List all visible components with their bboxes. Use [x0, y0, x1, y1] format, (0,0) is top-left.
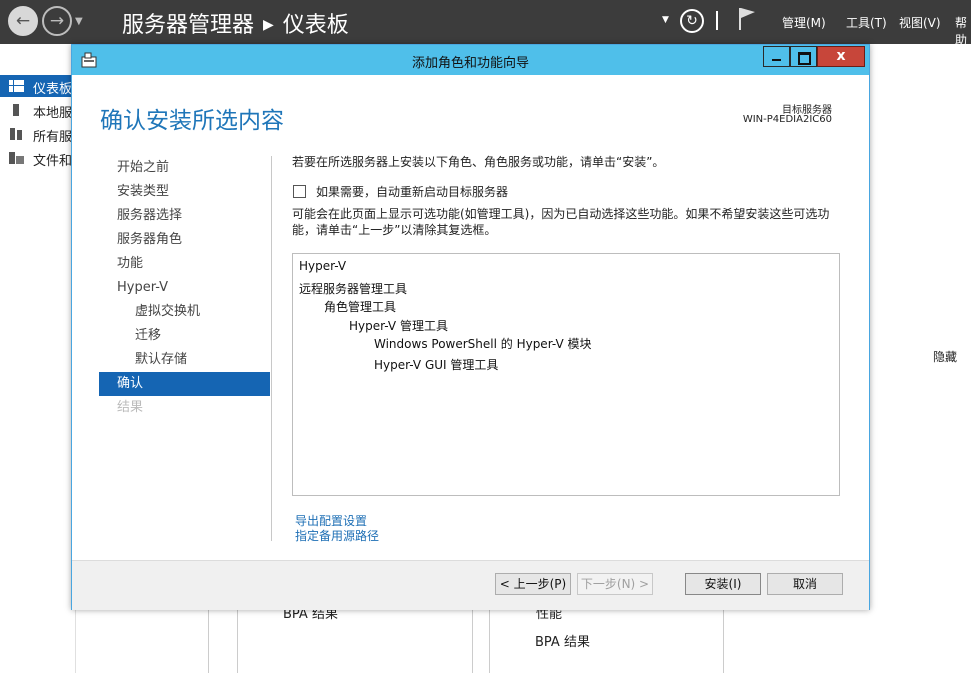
- feature-item: 远程服务器管理工具: [299, 282, 408, 296]
- history-dropdown-icon[interactable]: ▼: [75, 16, 83, 27]
- nav-divider: [271, 156, 272, 541]
- menu-tools[interactable]: 工具(T): [846, 14, 887, 31]
- nav-default-stores[interactable]: 默认存储: [99, 348, 270, 372]
- sidebar: 仪表板 本地服 所有服 文件和: [0, 52, 76, 673]
- breadcrumb-app[interactable]: 服务器管理器: [122, 13, 254, 38]
- breadcrumb-separator-icon: ▶: [263, 17, 274, 33]
- optional-features-note: 可能会在此页面上显示可选功能(如管理工具)，因为已自动选择这些功能。如果不希望安…: [292, 207, 830, 237]
- sidebar-item-label: 文件和: [33, 154, 73, 169]
- feature-item: Hyper-V 管理工具: [349, 319, 448, 333]
- nav-hyper-v[interactable]: Hyper-V: [99, 276, 270, 300]
- sidebar-item-label: 本地服: [33, 106, 73, 121]
- menu-manage[interactable]: 管理(M): [782, 14, 826, 31]
- close-icon: x: [836, 48, 846, 64]
- feature-item: Windows PowerShell 的 Hyper-V 模块: [374, 337, 592, 351]
- feature-item: Hyper-V GUI 管理工具: [374, 358, 499, 372]
- previous-button[interactable]: < 上一步(P): [495, 573, 571, 595]
- destination-server-name: WIN-P4EDIA2IC60: [742, 114, 832, 125]
- minimize-icon: [772, 59, 781, 61]
- nav-server-roles[interactable]: 服务器角色: [99, 228, 270, 252]
- forward-arrow-icon[interactable]: →: [42, 6, 72, 36]
- dialog-titlebar[interactable]: 添加角色和功能向导 x: [72, 45, 869, 75]
- dialog-title: 添加角色和功能向导: [411, 56, 529, 71]
- restart-checkbox[interactable]: [293, 185, 306, 198]
- server-icon: [13, 104, 19, 116]
- install-button[interactable]: 安装(I): [685, 573, 761, 595]
- bpa-results-tile[interactable]: BPA 结果: [535, 631, 590, 650]
- file-services-icon: [9, 152, 24, 164]
- dashboard-icon: [9, 80, 24, 92]
- server-manager-header: ← → ▼ 服务器管理器 ▶ 仪表板 ▼ ↻ 管理(M) 工具(T) 视图(V) 帮…: [0, 0, 971, 47]
- sidebar-item-label: 仪表板: [33, 82, 73, 97]
- dialog-footer: < 上一步(P) 下一步(N) > 安装(I) 取消: [72, 560, 869, 610]
- add-roles-features-wizard: 添加角色和功能向导 x 确认安装所选内容 目标服务器 WIN-P4EDIA2IC…: [71, 44, 870, 610]
- sidebar-item-label: 所有服: [33, 130, 73, 145]
- menu-help[interactable]: 帮助: [955, 14, 971, 48]
- hide-link[interactable]: 隐藏: [933, 348, 957, 365]
- breadcrumb-dropdown-icon[interactable]: ▼: [662, 15, 669, 25]
- panel-divider: [489, 606, 490, 673]
- panel-divider: [208, 606, 209, 673]
- notifications-flag-icon[interactable]: [738, 7, 756, 31]
- nav-features[interactable]: 功能: [99, 252, 270, 276]
- panel-divider: [723, 606, 724, 673]
- header-divider: [716, 11, 718, 30]
- breadcrumb: 服务器管理器 ▶ 仪表板: [122, 7, 349, 39]
- intro-text: 若要在所选服务器上安装以下角色、角色服务或功能，请单击“安装”。: [292, 155, 665, 169]
- nav-installation-type[interactable]: 安装类型: [99, 180, 270, 204]
- nav-results: 结果: [117, 400, 144, 415]
- back-arrow-icon[interactable]: ←: [8, 6, 38, 36]
- maximize-button[interactable]: [790, 46, 817, 67]
- feature-item: Hyper-V: [299, 259, 347, 273]
- nav-confirmation[interactable]: 确认: [99, 372, 270, 396]
- close-button[interactable]: x: [817, 46, 865, 67]
- nav-before-you-begin[interactable]: 开始之前: [99, 156, 270, 180]
- servers-icon: [10, 128, 22, 140]
- sidebar-item-dashboard[interactable]: 仪表板: [0, 75, 75, 97]
- nav-migration[interactable]: 迁移: [99, 324, 270, 348]
- alternate-source-link[interactable]: 指定备用源路径: [295, 527, 379, 544]
- menu-view[interactable]: 视图(V): [899, 14, 941, 31]
- sidebar-item-all-servers[interactable]: 所有服: [0, 123, 75, 145]
- feature-item: 角色管理工具: [324, 300, 397, 314]
- cancel-button[interactable]: 取消: [767, 573, 843, 595]
- restart-checkbox-label[interactable]: 如果需要，自动重新启动目标服务器: [316, 183, 508, 200]
- page-title: 确认安装所选内容: [100, 108, 284, 134]
- nav-server-selection[interactable]: 服务器选择: [99, 204, 270, 228]
- maximize-icon: [798, 52, 811, 65]
- panel-divider: [472, 606, 473, 673]
- selected-features-list: Hyper-V 远程服务器管理工具 角色管理工具 Hyper-V 管理工具 Wi…: [292, 253, 840, 496]
- sidebar-item-local-server[interactable]: 本地服: [0, 99, 75, 121]
- refresh-icon[interactable]: ↻: [680, 9, 704, 33]
- minimize-button[interactable]: [763, 46, 790, 67]
- panel-divider: [237, 606, 238, 673]
- sidebar-item-file-services[interactable]: 文件和: [0, 147, 75, 169]
- nav-virtual-switches[interactable]: 虚拟交换机: [99, 300, 270, 324]
- breadcrumb-page: 仪表板: [282, 13, 349, 38]
- next-button: 下一步(N) >: [577, 573, 653, 595]
